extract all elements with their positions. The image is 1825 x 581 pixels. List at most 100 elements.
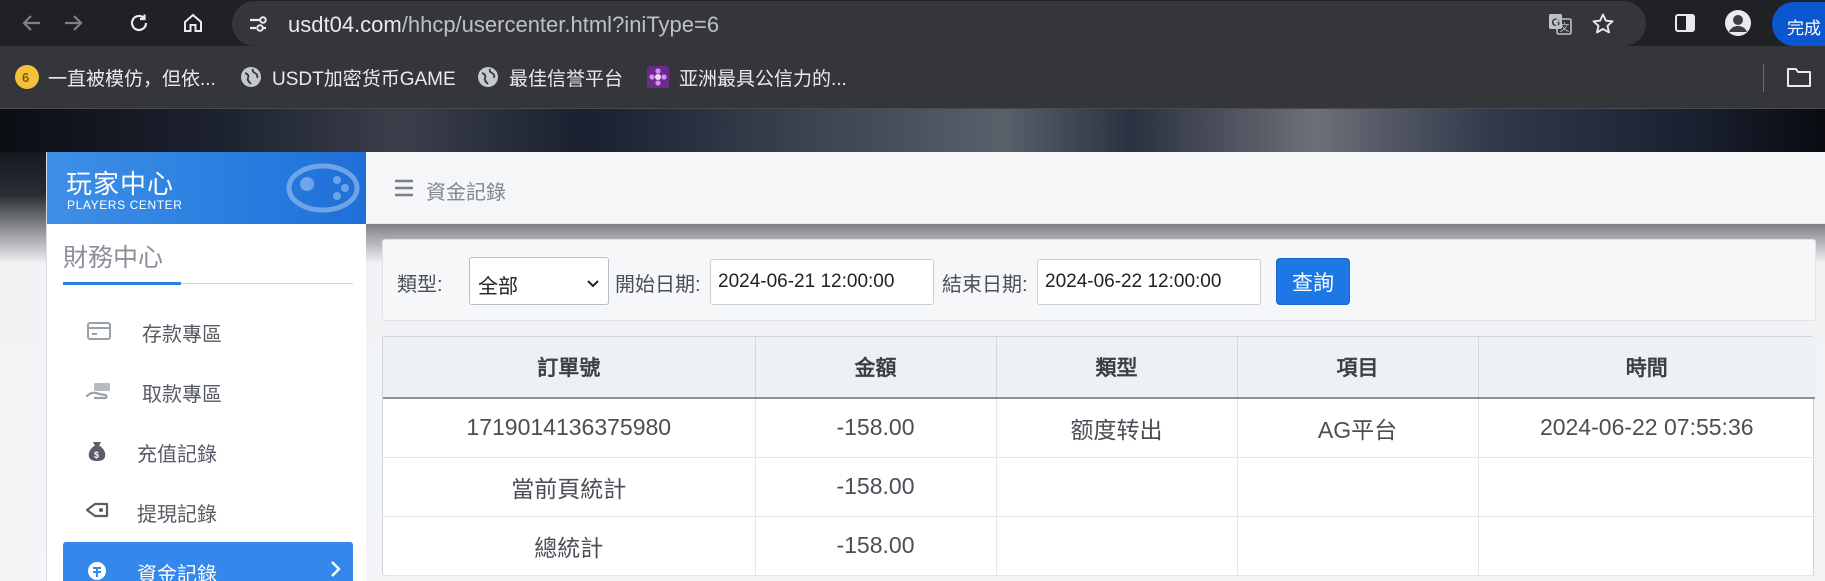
sidebar-item-label: 提現記錄 bbox=[137, 504, 217, 526]
content-header: 資金記錄 bbox=[366, 152, 1825, 224]
flower-icon bbox=[646, 65, 670, 89]
forward-arrow-icon bbox=[65, 15, 83, 31]
profile-button[interactable] bbox=[1723, 8, 1753, 38]
column-header-item: 項目 bbox=[1237, 337, 1479, 399]
browser-toolbar: usdt04.com/hhcp/usercenter.html?iniType=… bbox=[0, 0, 1825, 46]
bookmarks-bar: 6 一直被模仿，但依... USDT加密货币GAME 最佳信誉平台 亚洲最具公信… bbox=[0, 46, 1825, 109]
sidebar-item-label: 資金記錄 bbox=[137, 564, 217, 581]
tag-icon bbox=[83, 500, 111, 524]
home-button[interactable] bbox=[176, 6, 210, 40]
fund-records-table: 訂單號 金額 類型 項目 時間 1719014136375980 -158.00… bbox=[382, 336, 1815, 576]
bookmark-star-icon[interactable] bbox=[1589, 10, 1617, 38]
translate-icon[interactable]: G文 bbox=[1546, 10, 1574, 38]
column-header-type: 類型 bbox=[996, 337, 1238, 399]
empty-cell bbox=[996, 457, 1238, 517]
start-date-input[interactable] bbox=[710, 259, 934, 305]
filter-panel: 類型: 全部 開始日期: 結束日期: 查詢 bbox=[382, 239, 1816, 321]
side-panel-button[interactable] bbox=[1670, 8, 1700, 38]
reload-icon bbox=[130, 14, 148, 32]
bookmark-label: 最佳信誉平台 bbox=[509, 68, 624, 90]
globe-icon bbox=[239, 65, 263, 89]
column-header-order-number: 訂單號 bbox=[383, 337, 756, 399]
item-cell: AG平台 bbox=[1237, 398, 1479, 458]
chevron-right-icon bbox=[329, 559, 341, 581]
empty-cell bbox=[1237, 516, 1479, 576]
grand-total-label: 總統計 bbox=[383, 516, 756, 576]
bookmark-label: USDT加密货币GAME bbox=[272, 68, 456, 90]
type-label: 類型: bbox=[397, 274, 443, 296]
end-date-label: 結束日期: bbox=[942, 274, 1028, 296]
sidebar-item-label: 存款專區 bbox=[142, 324, 222, 346]
menu-icon[interactable] bbox=[394, 179, 414, 202]
bookmark-item[interactable]: 亚洲最具公信力的... bbox=[646, 64, 847, 90]
side-panel-icon bbox=[1675, 14, 1695, 32]
bookmark-item[interactable]: USDT加密货币GAME bbox=[239, 64, 456, 90]
empty-cell bbox=[1478, 457, 1815, 517]
site-info-icon[interactable] bbox=[246, 12, 270, 36]
empty-cell bbox=[1478, 516, 1815, 576]
folder-icon[interactable] bbox=[1786, 66, 1812, 93]
brand-subtitle: PLAYERS CENTER bbox=[67, 198, 183, 212]
time-cell: 2024-06-22 07:55:36 bbox=[1478, 398, 1815, 458]
end-date-input[interactable] bbox=[1037, 259, 1261, 305]
column-header-amount: 金額 bbox=[755, 337, 997, 399]
svg-text:6: 6 bbox=[22, 70, 29, 85]
forward-button[interactable] bbox=[56, 6, 90, 40]
sidebar-item-label: 取款專區 bbox=[142, 384, 222, 406]
grand-total-amount: -158.00 bbox=[755, 516, 997, 576]
brand-title: 玩家中心 bbox=[66, 169, 175, 199]
sidebar-item-label: 充值記錄 bbox=[137, 444, 217, 466]
page-total-amount: -158.00 bbox=[755, 457, 997, 517]
bookmark-label: 一直被模仿，但依... bbox=[48, 68, 216, 90]
money-bag-icon: $ bbox=[83, 439, 111, 463]
empty-cell bbox=[1237, 457, 1479, 517]
fund-icon bbox=[83, 559, 111, 581]
amount-cell: -158.00 bbox=[755, 398, 997, 458]
sidebar-item-fund-records[interactable]: 資金記錄 bbox=[63, 542, 353, 581]
sidebar-item-withdraw[interactable]: 取款專區 bbox=[63, 362, 353, 420]
start-date-label: 開始日期: bbox=[615, 274, 701, 296]
bookmark-label: 亚洲最具公信力的... bbox=[679, 68, 847, 90]
home-icon bbox=[184, 13, 202, 32]
column-header-time: 時間 bbox=[1478, 337, 1815, 399]
breadcrumb: 資金記錄 bbox=[426, 182, 506, 204]
hand-money-icon bbox=[85, 379, 113, 403]
sidebar-item-recharge-records[interactable]: $ 充值記錄 bbox=[63, 422, 353, 480]
page-total-label: 當前頁統計 bbox=[383, 457, 756, 517]
grand-total-row: 總統計 -158.00 bbox=[383, 516, 1815, 576]
chevron-down-icon bbox=[586, 274, 600, 297]
players-center-banner: 玩家中心 PLAYERS CENTER bbox=[47, 152, 367, 224]
svg-text:文: 文 bbox=[1560, 21, 1570, 34]
gamepad-icon bbox=[286, 163, 360, 213]
svg-text:$: $ bbox=[94, 450, 99, 460]
url-path: /hhcp/usercenter.html?iniType=6 bbox=[401, 12, 720, 37]
sidebar: 玩家中心 PLAYERS CENTER 財務中心 存款專區 取款專區 $ 充值記… bbox=[46, 152, 367, 581]
bookmarks-divider bbox=[1763, 64, 1764, 92]
back-button[interactable] bbox=[15, 6, 49, 40]
sidebar-item-deposit[interactable]: 存款專區 bbox=[63, 302, 353, 360]
type-select-value: 全部 bbox=[478, 276, 518, 298]
url-text[interactable]: usdt04.com/hhcp/usercenter.html?iniType=… bbox=[288, 12, 719, 38]
type-select[interactable]: 全部 bbox=[469, 257, 609, 305]
address-bar[interactable]: usdt04.com/hhcp/usercenter.html?iniType=… bbox=[232, 1, 1646, 46]
reload-button[interactable] bbox=[122, 6, 156, 40]
page-total-row: 當前頁統計 -158.00 bbox=[383, 457, 1815, 517]
finish-update-button[interactable]: 完成 bbox=[1772, 2, 1825, 46]
card-icon bbox=[85, 319, 113, 343]
coin-icon: 6 bbox=[15, 65, 39, 89]
section-underline bbox=[63, 282, 181, 285]
empty-cell bbox=[996, 516, 1238, 576]
hero-banner bbox=[0, 109, 1825, 152]
section-title: 財務中心 bbox=[63, 244, 164, 272]
sidebar-item-withdrawal-records[interactable]: 提現記錄 bbox=[63, 482, 353, 540]
avatar-icon bbox=[1725, 10, 1751, 36]
query-button[interactable]: 查詢 bbox=[1276, 258, 1350, 305]
table-header-row: 訂單號 金額 類型 項目 時間 bbox=[383, 337, 1815, 399]
back-arrow-icon bbox=[22, 15, 40, 31]
type-cell: 额度转出 bbox=[996, 398, 1238, 458]
bookmark-item[interactable]: 6 一直被模仿，但依... bbox=[15, 64, 216, 90]
table-row: 1719014136375980 -158.00 额度转出 AG平台 2024-… bbox=[383, 398, 1815, 458]
url-host: usdt04.com bbox=[288, 12, 402, 37]
order-number-cell: 1719014136375980 bbox=[383, 398, 756, 458]
bookmark-item[interactable]: 最佳信誉平台 bbox=[476, 64, 623, 90]
